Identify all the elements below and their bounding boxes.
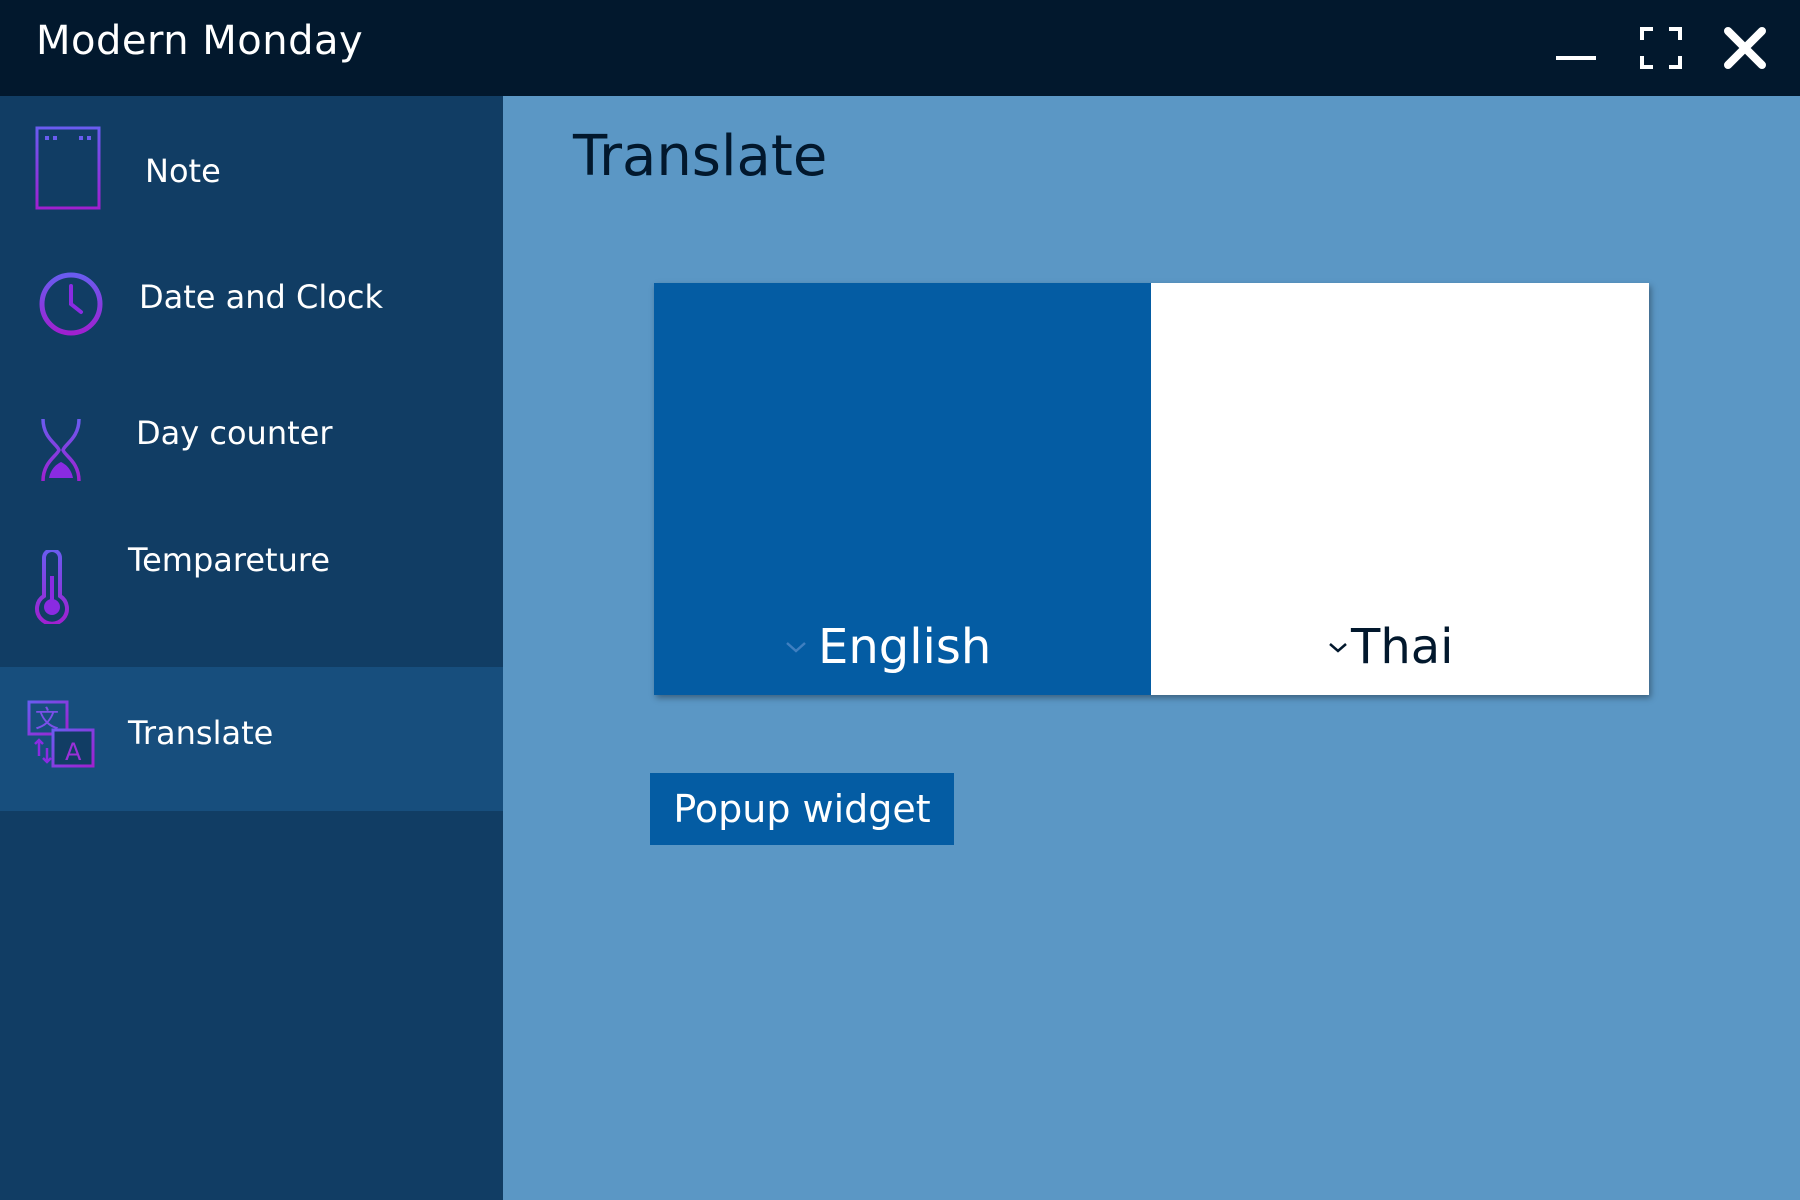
translate-card: English Thai — [654, 283, 1649, 695]
title-bar: Modern Monday — [0, 0, 1800, 96]
sidebar-item-date-and-clock[interactable]: Date and Clock — [0, 240, 503, 384]
sidebar-item-note[interactable]: Note — [0, 96, 503, 240]
close-button[interactable] — [1717, 20, 1773, 76]
hourglass-icon — [37, 415, 85, 485]
note-icon — [35, 126, 101, 210]
sidebar-item-tempareture[interactable]: Tempareture — [0, 528, 503, 672]
sidebar-item-label: Note — [145, 152, 221, 190]
thermometer-icon — [35, 550, 74, 624]
minimize-icon — [1556, 56, 1596, 60]
sidebar-item-day-counter[interactable]: Day counter — [0, 384, 503, 528]
app-window: Modern Monday Note Date and Clock Day co… — [0, 0, 1800, 1200]
target-language-pane[interactable]: Thai — [1151, 283, 1649, 695]
chevron-down-icon — [786, 642, 806, 653]
app-title: Modern Monday — [36, 18, 364, 64]
chevron-down-icon — [1329, 643, 1347, 653]
close-icon — [1724, 27, 1766, 69]
source-language-dropdown[interactable]: English — [784, 615, 991, 679]
page-title: Translate — [573, 124, 828, 189]
target-language-dropdown[interactable]: Thai — [1327, 615, 1454, 679]
svg-text:A: A — [65, 738, 82, 766]
source-language-label: English — [818, 619, 992, 675]
popup-widget-button[interactable]: Popup widget — [650, 773, 954, 845]
sidebar-item-label: Date and Clock — [139, 278, 383, 316]
sidebar-item-label: Translate — [128, 714, 274, 752]
sidebar-item-label: Day counter — [136, 414, 333, 452]
main-panel: Translate English Thai Popup widget — [503, 96, 1800, 1200]
sidebar: Note Date and Clock Day counter Temparet… — [0, 96, 503, 1200]
sidebar-item-label: Tempareture — [128, 541, 330, 579]
target-language-label: Thai — [1351, 619, 1454, 675]
fullscreen-icon — [1640, 27, 1682, 69]
source-language-pane[interactable]: English — [654, 283, 1151, 695]
fullscreen-button[interactable] — [1633, 20, 1689, 76]
translate-icon: 文 A — [27, 700, 95, 768]
sidebar-item-translate[interactable]: 文 A Translate — [0, 667, 503, 811]
clock-icon — [39, 272, 103, 336]
minimize-button[interactable] — [1548, 20, 1604, 76]
